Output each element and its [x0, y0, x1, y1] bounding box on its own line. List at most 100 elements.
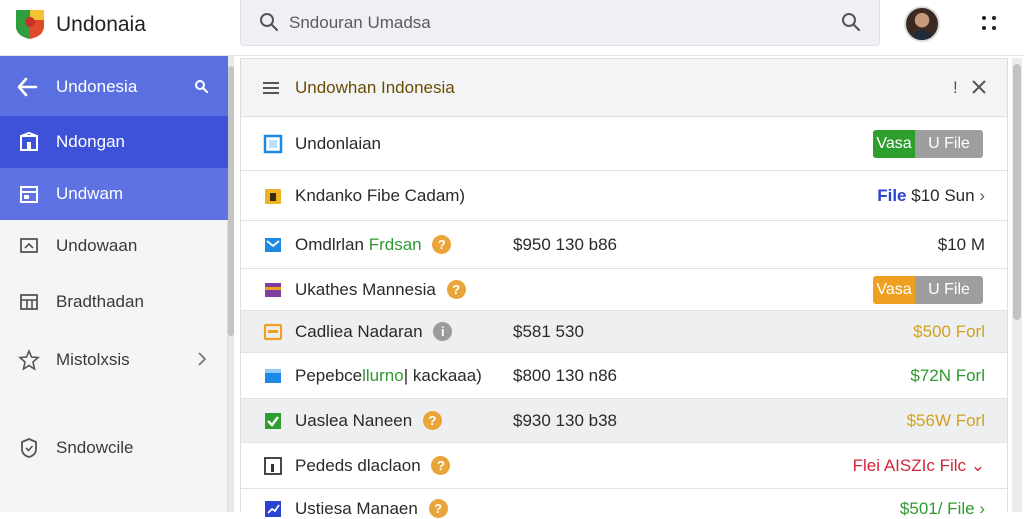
- row-value-label: Flei AISZIc: [852, 456, 935, 475]
- sidebar-item-label: Undwam: [56, 184, 124, 203]
- sidebar-item-sndowcile[interactable]: Sndowcile: [0, 422, 228, 474]
- help-badge-icon[interactable]: ?: [446, 280, 466, 299]
- square-icon: [263, 134, 283, 154]
- row-name-tail: | kackaaa): [403, 366, 482, 385]
- sidebar-item-label: Undowaan: [56, 236, 138, 255]
- pill-left: Vasa: [873, 276, 915, 304]
- chevron-down-icon[interactable]: ›: [979, 499, 985, 518]
- help-badge-icon[interactable]: ?: [428, 499, 448, 518]
- row-name-highlight: llurno: [362, 366, 404, 385]
- row-value-label: File: [877, 186, 907, 205]
- help-badge-icon[interactable]: ?: [431, 456, 451, 475]
- table-row[interactable]: Kndanko Fibe Cadam) File $10 Sun ›: [241, 171, 1007, 221]
- row-name: Ustiesa Manaen ?: [295, 499, 448, 519]
- chart-icon: [265, 501, 281, 517]
- info-badge-icon[interactable]: i: [433, 322, 453, 341]
- main-scroll-thumb[interactable]: [1013, 64, 1021, 320]
- row-value-amount: $501/ File: [899, 499, 975, 518]
- file-action-button[interactable]: Vasa U File: [873, 276, 983, 304]
- row-name-main: Ustiesa Manaen: [295, 499, 418, 518]
- card-icon: [265, 283, 281, 297]
- table-row[interactable]: Omdlrlan Frdsan ? $950 130 b86 $10 M: [241, 221, 1007, 269]
- building-icon: [20, 131, 38, 151]
- sidebar-item-label: Bradthadan: [56, 292, 144, 311]
- menu-icon[interactable]: [263, 81, 279, 95]
- panel-title: Undowhan Indonesia: [295, 78, 455, 97]
- check-icon: [265, 413, 281, 429]
- sidebar-item-label: Ndongan: [56, 132, 126, 151]
- pill-right: U File: [915, 276, 983, 304]
- row-name-main: Pededs dlaclaon: [295, 456, 421, 475]
- user-avatar[interactable]: [904, 6, 940, 42]
- row-value-amount: Filc: [939, 456, 967, 475]
- table-row[interactable]: Uaslea Naneen ? $930 130 b38 $56W Forl: [241, 399, 1007, 443]
- row-amount: $800 130 n86: [513, 366, 617, 385]
- top-bar: Undonaia: [0, 0, 1024, 56]
- alert-indicator: !: [953, 78, 958, 97]
- table-row[interactable]: Ukathes Mannesia ? Vasa U File: [241, 269, 1007, 311]
- table-row[interactable]: Ustiesa Manaen ? $501/ File ›: [241, 489, 1007, 519]
- row-name-main: Pepebce: [295, 366, 363, 385]
- table-row[interactable]: Pededs dlaclaon ? Flei AISZIc Filc ⌄: [241, 443, 1007, 489]
- row-value: Flei AISZIc Filc ⌄: [853, 456, 985, 476]
- chevron-down-icon[interactable]: ⌄: [971, 456, 985, 475]
- table-row[interactable]: Pepebcellurno| kackaaa) $800 130 n86 $72…: [241, 353, 1007, 399]
- row-name-main: Cadliea Nadaran: [295, 322, 423, 341]
- calendar-icon: [20, 186, 38, 203]
- row-amount: $581 530: [513, 322, 584, 341]
- row-amount: $930 130 b38: [513, 411, 617, 430]
- sidebar-item-ndongan[interactable]: Ndongan: [0, 116, 228, 168]
- sidebar: Undonesia Ndongan Undwam Undowaan Bradth…: [0, 56, 228, 512]
- row-name: Kndanko Fibe Cadam): [295, 186, 466, 205]
- file-action-button[interactable]: Vasa U File: [873, 130, 983, 158]
- doc-icon: [264, 457, 282, 475]
- row-name: Ukathes Mannesia ?: [295, 280, 466, 300]
- sidebar-item-bradthadan[interactable]: Bradthadan: [0, 276, 228, 328]
- sidebar-item-undwam[interactable]: Undwam: [0, 168, 228, 220]
- row-name: Uaslea Naneen ?: [295, 411, 442, 431]
- tablet-icon: [265, 369, 281, 383]
- row-name: Pededs dlaclaon ?: [295, 456, 451, 476]
- panel-header: Undowhan Indonesia !: [241, 59, 1007, 117]
- row-name: Pepebcellurno| kackaaa): [295, 366, 482, 386]
- table-row[interactable]: Undonlaian Vasa U File: [241, 117, 1007, 171]
- sidebar-scroll-thumb[interactable]: [228, 66, 234, 336]
- more-options-icon[interactable]: [980, 14, 1000, 34]
- row-name-main: Ukathes Mannesia: [295, 280, 436, 299]
- sidebar-item-mistolxsis[interactable]: Mistolxsis: [0, 334, 228, 386]
- sidebar-title: Undonesia: [56, 77, 138, 96]
- sidebar-search-icon[interactable]: [194, 79, 208, 93]
- row-amount: $950 130 b86: [513, 235, 617, 254]
- mail-icon: [265, 238, 281, 252]
- close-icon[interactable]: [971, 79, 987, 95]
- row-name: Omdlrlan Frdsan ?: [295, 235, 452, 255]
- row-value: $10 M: [937, 235, 985, 254]
- main-panel: Undowhan Indonesia ! Undonlaian Vasa U F…: [240, 58, 1008, 519]
- help-badge-icon[interactable]: ?: [432, 235, 452, 254]
- sidebar-item-label: Mistolxsis: [56, 350, 130, 369]
- sidebar-item-undowaan[interactable]: Undowaan: [0, 220, 228, 272]
- star-icon: [18, 349, 40, 371]
- chevron-right-icon[interactable]: ›: [979, 186, 985, 205]
- search-input[interactable]: [289, 11, 809, 35]
- back-arrow-icon[interactable]: [16, 76, 38, 98]
- app-logo-icon[interactable]: [14, 8, 46, 40]
- help-badge-icon[interactable]: ?: [422, 411, 442, 430]
- search-icon[interactable]: [259, 12, 279, 32]
- table-row[interactable]: Cadliea Nadaran i $581 530 $500 Forl: [241, 311, 1007, 353]
- sidebar-scrollbar[interactable]: [228, 56, 234, 512]
- search-submit-icon[interactable]: [841, 12, 861, 32]
- sidebar-item-label: Sndowcile: [56, 438, 134, 457]
- row-value: File $10 Sun ›: [877, 186, 985, 206]
- row-name-main: Omdlrlan: [295, 235, 364, 254]
- search-bar[interactable]: [240, 0, 880, 46]
- folder-icon: [265, 189, 281, 204]
- sidebar-header: Undonesia: [0, 56, 228, 116]
- main-scrollbar[interactable]: [1012, 58, 1022, 512]
- row-name: Cadliea Nadaran i: [295, 322, 453, 342]
- chevron-right-icon[interactable]: [196, 351, 208, 367]
- pill-left: Vasa: [873, 130, 915, 158]
- pill-right: U File: [915, 130, 983, 158]
- row-value: $72N Forl: [910, 366, 985, 385]
- row-value: $56W Forl: [906, 411, 985, 430]
